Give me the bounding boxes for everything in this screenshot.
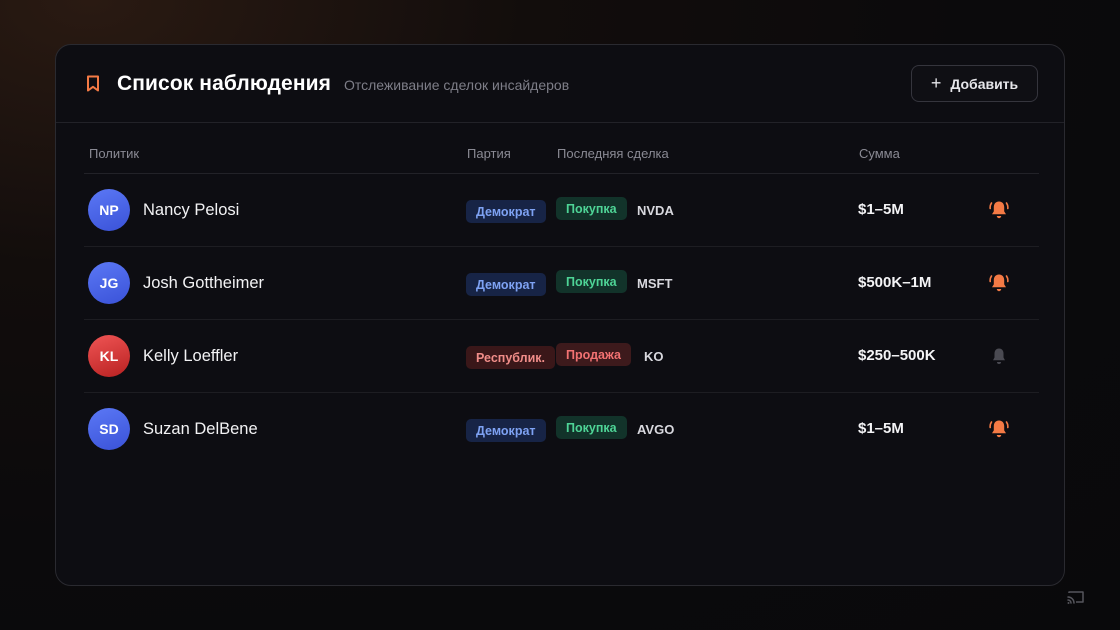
page-title: Список наблюдения	[117, 71, 331, 95]
column-last-trade: Последняя сделка	[557, 146, 669, 161]
trade-amount: $1–5M	[858, 201, 904, 218]
table-row[interactable]: KL Kelly Loeffler Республик. Продажа KO …	[84, 320, 1039, 393]
column-politician: Политик	[89, 146, 140, 161]
ticker: MSFT	[637, 276, 673, 291]
table-row[interactable]: JG Josh Gottheimer Демократ Покупка MSFT…	[84, 247, 1039, 320]
trade-amount: $250–500K	[858, 347, 936, 364]
table-row[interactable]: SD Suzan DelBene Демократ Покупка AVGO $…	[84, 393, 1039, 466]
avatar: NP	[88, 189, 130, 231]
watchlist-table: Политик Партия Последняя сделка Сумма NP…	[84, 124, 1039, 466]
add-button-label: Добавить	[950, 75, 1019, 92]
trade-type-badge: Покупка	[556, 197, 627, 220]
table-row[interactable]: NP Nancy Pelosi Демократ Покупка NVDA $1…	[84, 174, 1039, 247]
trade-type-badge: Покупка	[556, 270, 627, 293]
trade-amount: $500K–1M	[858, 274, 932, 291]
bell-ringing-icon[interactable]	[989, 199, 1009, 221]
add-button[interactable]: + Добавить	[911, 65, 1038, 102]
trade-amount: $1–5M	[858, 420, 904, 437]
bell-ringing-icon[interactable]	[989, 272, 1009, 294]
card-header: Список наблюдения Отслеживание сделок ин…	[56, 45, 1064, 123]
ticker: NVDA	[637, 203, 674, 218]
ticker: KO	[644, 349, 664, 364]
ticker: AVGO	[637, 422, 675, 437]
bell-icon[interactable]	[989, 345, 1009, 367]
column-party: Партия	[467, 146, 511, 161]
trade-type-badge: Продажа	[556, 343, 631, 366]
cast-icon[interactable]	[1066, 589, 1086, 607]
watchlist-card: Список наблюдения Отслеживание сделок ин…	[55, 44, 1065, 586]
avatar: JG	[88, 262, 130, 304]
trade-type-badge: Покупка	[556, 416, 627, 439]
politician-name[interactable]: Josh Gottheimer	[143, 274, 264, 293]
bell-ringing-icon[interactable]	[989, 418, 1009, 440]
party-badge: Демократ	[466, 419, 546, 442]
avatar: KL	[88, 335, 130, 377]
page-subtitle: Отслеживание сделок инсайдеров	[343, 77, 570, 93]
party-badge: Республик.	[466, 346, 556, 369]
politician-name[interactable]: Nancy Pelosi	[143, 201, 239, 220]
bookmark-icon	[86, 75, 102, 93]
avatar: SD	[88, 408, 130, 450]
politician-name[interactable]: Kelly Loeffler	[143, 347, 238, 366]
party-badge: Демократ	[466, 200, 546, 223]
politician-name[interactable]: Suzan DelBene	[143, 420, 258, 439]
column-amount: Сумма	[859, 146, 900, 161]
plus-icon: +	[930, 72, 942, 93]
table-header: Политик Партия Последняя сделка Сумма	[84, 124, 1039, 174]
party-badge: Демократ	[466, 273, 546, 296]
